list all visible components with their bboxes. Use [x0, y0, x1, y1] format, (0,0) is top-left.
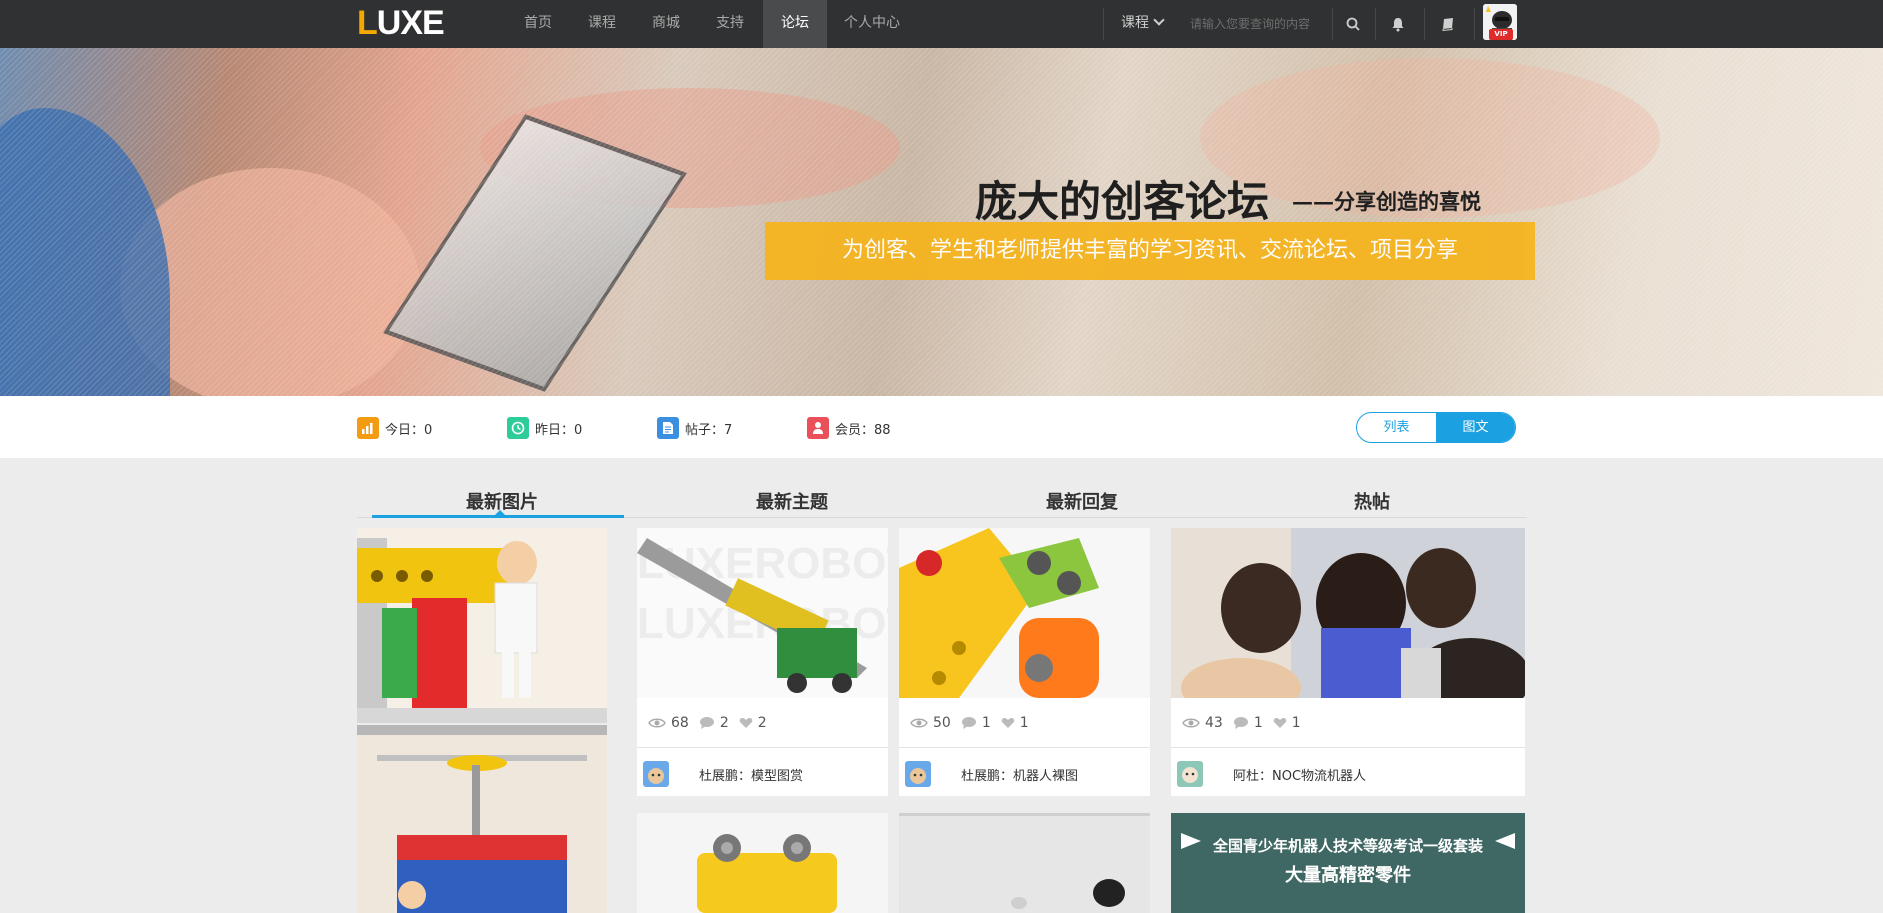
active-tab-caret [494, 510, 506, 516]
clock-icon [507, 417, 529, 439]
forum-stats-bar: 今日：0 昨日：0 帖子：7 会员：88 [0, 396, 1883, 458]
book-icon [1442, 18, 1453, 31]
nav-forum[interactable]: 论坛 [763, 0, 827, 48]
latest-image-tile[interactable] [357, 725, 607, 913]
author-avatar [1177, 761, 1203, 787]
banner-subtitle: ——分享创造的喜悦 [1292, 189, 1481, 214]
comments-count: 1 [1233, 715, 1263, 731]
nav-home[interactable]: 首页 [518, 0, 558, 48]
stat-today: 今日：0 [357, 417, 432, 439]
heart-icon [1273, 717, 1287, 728]
bell-icon [1392, 17, 1404, 31]
robot-parts-image [899, 813, 1150, 913]
nav-personal-center[interactable]: 个人中心 [840, 0, 904, 48]
topic-stats: 68 2 2 [637, 698, 888, 748]
topic-stats: 43 1 1 [1171, 698, 1525, 748]
topic-stats: 50 1 1 [899, 698, 1150, 748]
stat-members-label: 会员：88 [835, 422, 891, 438]
stat-yesterday: 昨日：0 [507, 417, 582, 439]
topic-title[interactable]: 阿杜：NOC物流机器人 [1233, 765, 1366, 784]
stat-members: 会员：88 [807, 417, 891, 439]
topic-author[interactable]: 杜展鹏：模型图赏 [637, 749, 888, 796]
latest-image-tile[interactable] [357, 528, 607, 723]
students-photo [1171, 528, 1525, 698]
vip-badge: VIP [1489, 29, 1513, 40]
robot-crane-image: LUXEROBOT LUXEROBOT [637, 528, 888, 698]
topic-card[interactable] [899, 813, 1150, 913]
tab-latest-images[interactable]: 最新图片 [437, 488, 567, 513]
promo-line-2: 大量高精密零件 [1285, 864, 1411, 886]
luxe-logo[interactable]: LUXE [357, 6, 445, 40]
promo-line-1: 全国青少年机器人技术等级考试一级套装 [1212, 837, 1484, 855]
topic-card[interactable]: 全国青少年机器人技术等级考试一级套装 大量高精密零件 [1171, 813, 1525, 913]
stat-today-label: 今日：0 [385, 422, 433, 438]
search-input[interactable] [1190, 12, 1330, 36]
robot-car-image [637, 813, 888, 913]
library-button[interactable] [1425, 0, 1471, 48]
comments-count: 2 [699, 715, 729, 731]
heart-icon [1001, 717, 1015, 728]
hero-banner: 庞大的创客论坛 ——分享创造的喜悦 为创客、学生和老师提供丰富的学习资讯、交流论… [0, 48, 1883, 396]
nav-course[interactable]: 课程 [582, 0, 622, 48]
stat-yesterday-label: 昨日：0 [535, 422, 583, 438]
banner-title: 庞大的创客论坛 [975, 177, 1270, 226]
author-avatar [905, 761, 931, 787]
topic-card[interactable]: 43 1 1 阿杜：NOC物流机器人 [1171, 528, 1525, 796]
stat-posts: 帖子：7 [657, 417, 732, 439]
comments-count: 1 [961, 715, 991, 731]
topic-thumbnail [1171, 528, 1525, 698]
nav-divider [1103, 8, 1104, 40]
heart-icon [739, 717, 753, 728]
view-toggle: 列表 图文 [1356, 412, 1516, 443]
robot-kit-image [357, 528, 607, 723]
topic-author[interactable]: 阿杜：NOC物流机器人 [1171, 749, 1525, 796]
chevron-down-icon [1153, 14, 1165, 26]
tab-latest-replies[interactable]: 最新回复 [1017, 488, 1147, 513]
bar-chart-icon [357, 417, 379, 439]
robot-helicopter-image [357, 725, 607, 913]
stat-posts-label: 帖子：7 [685, 422, 733, 438]
author-avatar [643, 761, 669, 787]
topic-thumbnail [899, 528, 1150, 698]
views-count: 50 [910, 715, 951, 731]
user-icon [807, 417, 829, 439]
topic-card[interactable] [637, 813, 888, 913]
eye-icon [1182, 718, 1200, 727]
topic-title[interactable]: 杜展鹏：模型图赏 [699, 765, 803, 784]
tab-latest-topics[interactable]: 最新主题 [727, 488, 857, 513]
comment-icon [699, 716, 714, 729]
views-count: 43 [1182, 715, 1223, 731]
views-count: 68 [648, 715, 689, 731]
search-icon [1346, 17, 1360, 31]
likes-count: 1 [1001, 715, 1029, 731]
tab-hot-posts[interactable]: 热帖 [1307, 488, 1437, 513]
likes-count: 1 [1273, 715, 1301, 731]
notification-button[interactable] [1375, 0, 1421, 48]
topic-card[interactable]: LUXEROBOT LUXEROBOT 68 2 2 杜展鹏：模型图赏 [637, 528, 888, 796]
likes-count: 2 [739, 715, 767, 731]
view-list-button[interactable]: 列表 [1357, 413, 1436, 442]
banner-tagline: 为创客、学生和老师提供丰富的学习资讯、交流论坛、项目分享 [765, 222, 1535, 280]
search-button[interactable] [1330, 0, 1376, 48]
topic-title[interactable]: 杜展鹏：机器人裸图 [961, 765, 1078, 784]
document-icon [657, 417, 679, 439]
view-grid-button[interactable]: 图文 [1436, 413, 1515, 442]
nav-mall[interactable]: 商城 [646, 0, 686, 48]
eye-icon [910, 718, 928, 727]
comment-icon [1233, 716, 1248, 729]
course-dropdown[interactable]: 课程 [1121, 0, 1165, 48]
exam-kit-promo-image: 全国青少年机器人技术等级考试一级套装 大量高精密零件 [1171, 813, 1525, 913]
top-navbar: LUXE 首页 课程 商城 支持 论坛 个人中心 课程 VIP [0, 0, 1883, 48]
topic-author[interactable]: 杜展鹏：机器人裸图 [899, 749, 1150, 796]
robot-parts-image [899, 528, 1150, 698]
nav-divider [1474, 8, 1475, 40]
eye-icon [648, 718, 666, 727]
topic-thumbnail: LUXEROBOT LUXEROBOT [637, 528, 888, 698]
topic-card[interactable]: 50 1 1 杜展鹏：机器人裸图 [899, 528, 1150, 796]
comment-icon [961, 716, 976, 729]
nav-support[interactable]: 支持 [710, 0, 750, 48]
